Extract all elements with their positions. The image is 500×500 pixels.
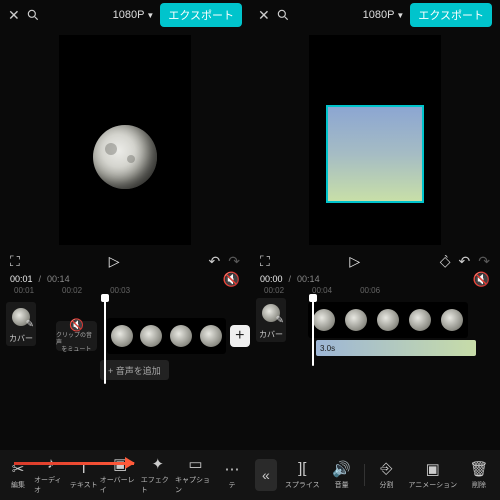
annotation-arrow bbox=[14, 462, 134, 465]
pencil-icon: ✎ bbox=[276, 315, 284, 326]
cover-thumb[interactable]: ✎ カバー bbox=[6, 302, 36, 346]
playhead[interactable] bbox=[104, 296, 106, 384]
resolution-select[interactable]: 1080P ▼ bbox=[363, 9, 405, 21]
topbar: ✕ 1080P ▼ エクスポート bbox=[0, 0, 250, 30]
divider bbox=[364, 464, 365, 486]
export-button[interactable]: エクスポート bbox=[410, 3, 492, 27]
time-total: 00:14 bbox=[297, 274, 320, 284]
tool-split[interactable]: ⎆分割 bbox=[370, 461, 402, 490]
playhead[interactable] bbox=[312, 296, 314, 366]
chevron-down-icon: ▼ bbox=[146, 11, 154, 20]
time-sep: / bbox=[39, 274, 42, 284]
collapse-button[interactable]: « bbox=[255, 459, 277, 491]
tool-volume[interactable]: 🔊音量 bbox=[326, 461, 358, 490]
play-button[interactable]: ▷ bbox=[109, 253, 120, 270]
split-icon: ⎆ bbox=[378, 461, 394, 477]
time-ruler[interactable]: 00:02 00:04 00:06 bbox=[250, 286, 500, 296]
overlay-clip[interactable]: 3.0s bbox=[316, 340, 476, 356]
fullscreen-icon[interactable]: ⛶ bbox=[10, 253, 20, 270]
tool-more[interactable]: ⋯テ bbox=[216, 461, 248, 490]
resolution-select[interactable]: 1080P ▼ bbox=[113, 9, 155, 21]
transport-bar: ⛶ ▷ ↶ ↷ bbox=[0, 250, 250, 272]
undo-icon[interactable]: ↶ bbox=[209, 253, 221, 270]
preview-content-moon bbox=[93, 125, 157, 189]
close-icon[interactable]: ✕ bbox=[8, 7, 20, 24]
splice-icon: ][ bbox=[294, 461, 310, 477]
export-button[interactable]: エクスポート bbox=[160, 3, 242, 27]
video-preview bbox=[59, 35, 191, 245]
editor-pane-right: ✕ 1080P ▼ エクスポート ⛶ ▷ ◇̀ ↶ ↷ 00:00 / 00:1… bbox=[250, 0, 500, 500]
add-clip-button[interactable]: + bbox=[230, 325, 250, 347]
undo-icon[interactable]: ↶ bbox=[459, 253, 471, 270]
video-clip[interactable] bbox=[308, 302, 468, 338]
close-icon[interactable]: ✕ bbox=[258, 7, 270, 24]
tool-effect[interactable]: ✦エフェクト bbox=[141, 456, 175, 495]
timeline[interactable]: ✎ カバー 3.0s bbox=[250, 296, 500, 450]
cover-thumb[interactable]: ✎ カバー bbox=[256, 298, 286, 342]
keyframe-icon[interactable]: ◇̀ bbox=[440, 253, 451, 270]
redo-icon[interactable]: ↷ bbox=[228, 253, 240, 270]
preview-area[interactable] bbox=[0, 30, 250, 250]
video-preview bbox=[309, 35, 441, 245]
more-icon: ⋯ bbox=[224, 461, 240, 477]
caption-icon: ▭ bbox=[187, 456, 203, 472]
overlay-duration: 3.0s bbox=[320, 344, 335, 353]
search-icon[interactable] bbox=[26, 8, 40, 22]
tool-delete[interactable]: 🗑削除 bbox=[463, 461, 495, 490]
bottom-toolbar: ✂編集 ♪オーディオ Tテキスト ▣オーバーレイ ✦エフェクト ▭キャプション … bbox=[0, 450, 250, 500]
volume-icon: 🔊 bbox=[334, 461, 350, 477]
resolution-label: 1080P bbox=[363, 9, 395, 21]
mute-icon: 🔇 bbox=[69, 318, 84, 332]
speaker-icon[interactable]: 🔇 bbox=[223, 271, 240, 288]
time-sep: / bbox=[289, 274, 292, 284]
speaker-icon[interactable]: 🔇 bbox=[473, 271, 490, 288]
search-icon[interactable] bbox=[276, 8, 290, 22]
time-ruler[interactable]: 00:01 00:02 00:03 bbox=[0, 286, 250, 296]
sparkle-icon: ✦ bbox=[150, 456, 166, 472]
time-current: 00:00 bbox=[260, 274, 283, 284]
time-total: 00:14 bbox=[47, 274, 70, 284]
cover-label: カバー bbox=[9, 333, 33, 344]
time-current: 00:01 bbox=[10, 274, 33, 284]
animation-icon: ▣ bbox=[425, 461, 441, 477]
topbar: ✕ 1080P ▼ エクスポート bbox=[250, 0, 500, 30]
timecode: 00:00 / 00:14 🔇 bbox=[250, 272, 500, 286]
trash-icon: 🗑 bbox=[471, 461, 487, 477]
pencil-icon: ✎ bbox=[26, 319, 34, 330]
editor-pane-left: ✕ 1080P ▼ エクスポート ⛶ ▷ ↶ ↷ 00:01 / 00:14 🔇 bbox=[0, 0, 250, 500]
chevron-down-icon: ▼ bbox=[396, 11, 404, 20]
add-audio-button[interactable]: + 音声を追加 bbox=[100, 360, 169, 380]
redo-icon[interactable]: ↷ bbox=[478, 253, 490, 270]
fullscreen-icon[interactable]: ⛶ bbox=[260, 253, 270, 270]
tool-caption[interactable]: ▭キャプション bbox=[175, 456, 216, 495]
bottom-toolbar: « ][スプライス 🔊音量 ⎆分割 ▣アニメーション 🗑削除 bbox=[250, 450, 500, 500]
cover-label: カバー bbox=[259, 329, 283, 340]
resolution-label: 1080P bbox=[113, 9, 145, 21]
overlay-selected-box[interactable] bbox=[326, 105, 424, 203]
mute-clip-button[interactable]: 🔇 クリップの音声 をミュート bbox=[56, 321, 97, 351]
transport-bar: ⛶ ▷ ◇̀ ↶ ↷ bbox=[250, 250, 500, 272]
tool-splice[interactable]: ][スプライス bbox=[285, 461, 320, 490]
timeline[interactable]: ✎ カバー 🔇 クリップの音声 をミュート + + 音声を追加 bbox=[0, 296, 250, 450]
tool-animation[interactable]: ▣アニメーション bbox=[408, 461, 457, 490]
timecode: 00:01 / 00:14 🔇 bbox=[0, 272, 250, 286]
video-clip[interactable] bbox=[107, 318, 226, 354]
preview-area[interactable] bbox=[250, 30, 500, 250]
play-button[interactable]: ▷ bbox=[349, 253, 360, 270]
